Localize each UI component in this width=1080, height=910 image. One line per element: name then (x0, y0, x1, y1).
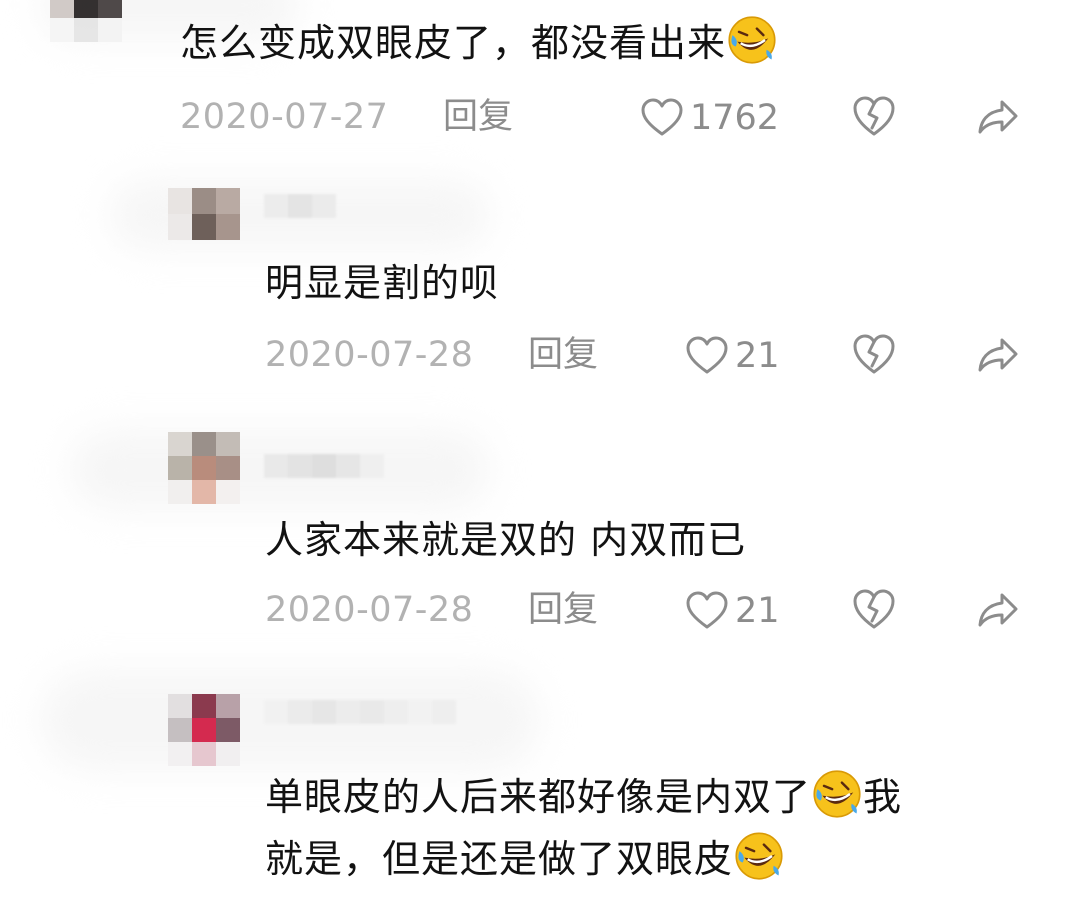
avatar[interactable] (50, 0, 122, 42)
avatar[interactable] (168, 432, 240, 504)
username[interactable] (264, 194, 336, 224)
dislike-icon[interactable] (852, 332, 896, 376)
like-count: 21 (735, 336, 780, 376)
username[interactable] (264, 454, 384, 484)
like-count: 21 (735, 591, 780, 631)
comment-text: 人家本来就是双的 内双而已 (265, 518, 747, 562)
comment-text: 明显是割的呗 (265, 261, 500, 305)
reply-button[interactable]: 回复 (528, 585, 598, 635)
comment-thread: 怎么变成双眼皮了，都没看出来 2020-07-27 回复 1762 明显是割的呗… (0, 0, 1080, 910)
heart-icon (686, 336, 728, 374)
comment-text: 怎么变成双眼皮了，都没看出来 (180, 14, 778, 71)
like-button[interactable]: 21 (685, 589, 780, 633)
reply-button[interactable]: 回复 (528, 330, 598, 380)
avatar[interactable] (168, 694, 240, 766)
username[interactable] (264, 700, 456, 730)
comment-date: 2020-07-28 (265, 590, 474, 630)
dislike-icon[interactable] (852, 94, 896, 138)
comment-meta: 2020-07-27 回复 1762 (180, 92, 1040, 142)
heart-icon (641, 98, 683, 136)
heart-icon (686, 591, 728, 629)
comment-meta: 2020-07-28 回复 21 (265, 585, 1045, 635)
share-icon[interactable] (976, 94, 1020, 138)
comment-date: 2020-07-27 (180, 97, 389, 137)
comment-date: 2020-07-28 (265, 335, 474, 375)
like-button[interactable]: 21 (685, 334, 780, 378)
rolling-on-floor-laughing-icon (813, 770, 861, 818)
reply-button[interactable]: 回复 (443, 92, 513, 142)
rolling-on-floor-laughing-icon (735, 832, 783, 880)
avatar[interactable] (168, 188, 240, 240)
share-icon[interactable] (976, 587, 1020, 631)
like-count: 1762 (690, 98, 780, 138)
comment-text: 单眼皮的人后来都好像是内双了 我 就是，但是还是做了双眼皮 (265, 766, 902, 890)
comment-meta: 2020-07-28 回复 21 (265, 330, 1045, 380)
share-icon[interactable] (976, 332, 1020, 376)
rolling-on-floor-laughing-icon (728, 16, 776, 64)
dislike-icon[interactable] (852, 587, 896, 631)
like-button[interactable]: 1762 (640, 96, 779, 140)
